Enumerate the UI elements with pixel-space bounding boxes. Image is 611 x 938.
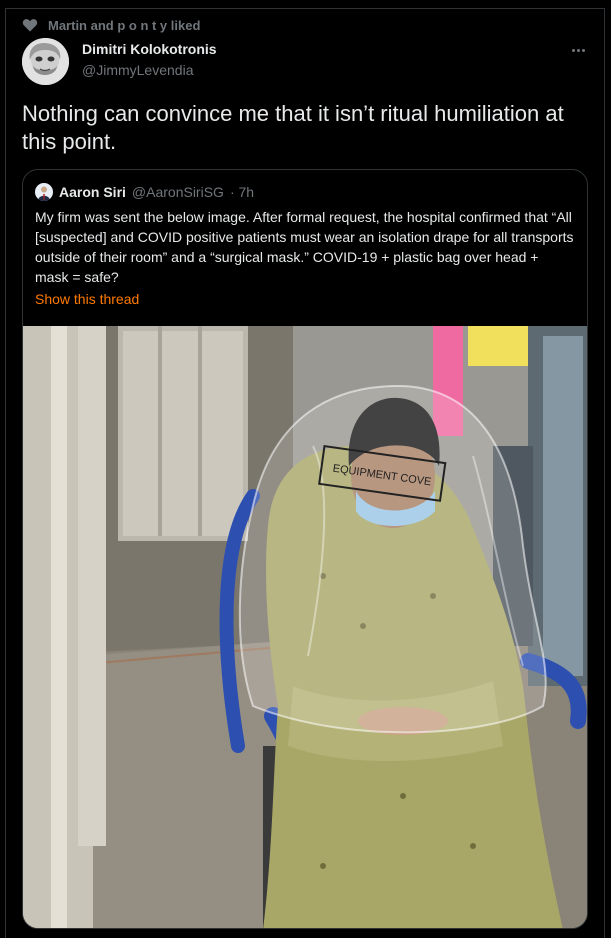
quoted-tweet-header: Aaron Siri @AaronSiriSG · 7h bbox=[35, 182, 254, 202]
author-handle[interactable]: @JimmyLevendia bbox=[82, 62, 193, 78]
quoted-author-avatar bbox=[35, 183, 53, 201]
heart-icon bbox=[22, 19, 38, 32]
social-context-text[interactable]: Martin and p o n t y liked bbox=[48, 18, 200, 33]
author-avatar[interactable] bbox=[22, 38, 69, 85]
quoted-author-handle: @AaronSiriSG bbox=[131, 184, 224, 200]
quoted-tweet-image[interactable]: EQUIPMENT COVE bbox=[23, 326, 587, 928]
show-thread-link[interactable]: Show this thread bbox=[35, 291, 139, 307]
quoted-tweet-text: My firm was sent the below image. After … bbox=[35, 209, 574, 285]
more-horizontal-icon[interactable] bbox=[567, 40, 589, 60]
author-name[interactable]: Dimitri Kolokotronis bbox=[82, 41, 217, 57]
quoted-author-name: Aaron Siri bbox=[59, 184, 126, 200]
quoted-tweet-time: · 7h bbox=[229, 184, 255, 200]
social-context: Martin and p o n t y liked bbox=[22, 16, 200, 34]
tweet-text: Nothing can convince me that it isn’t ri… bbox=[22, 101, 564, 154]
quoted-tweet[interactable]: Aaron Siri @AaronSiriSG · 7h My firm was… bbox=[22, 169, 588, 929]
